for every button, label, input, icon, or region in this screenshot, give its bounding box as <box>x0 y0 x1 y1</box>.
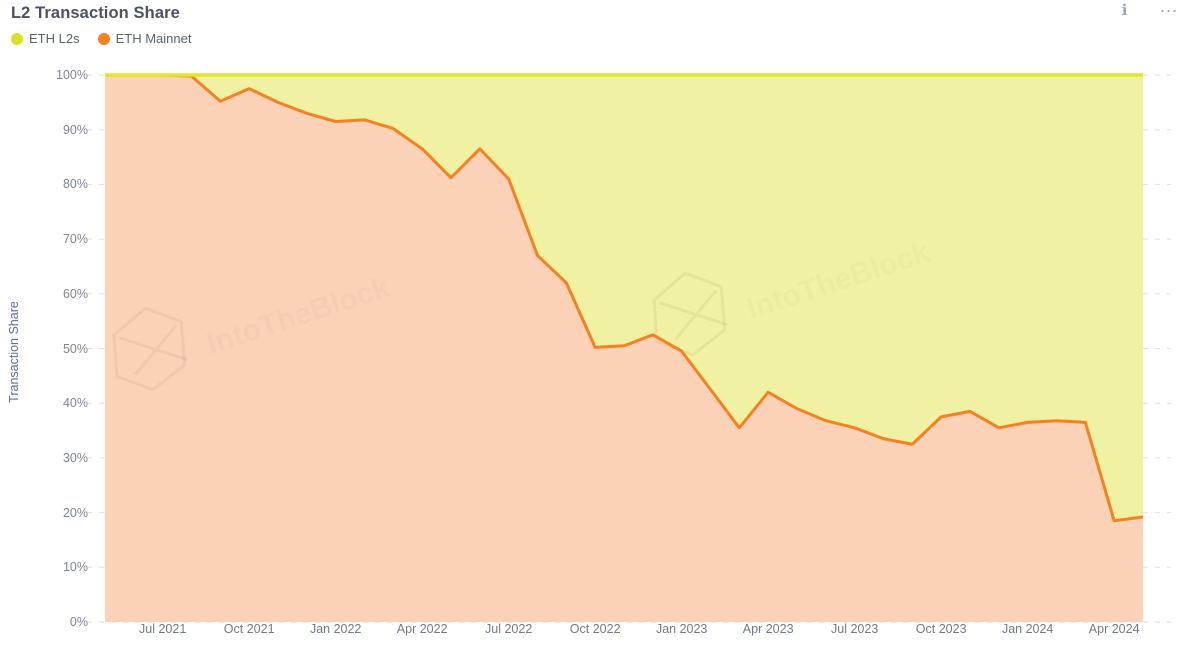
header-actions: ℹ ⋯ <box>1116 2 1183 21</box>
plot-area: Transaction Share 0% 10% 20% 30% 40% 50% 60% 70… <box>0 55 1191 655</box>
chart-canvas: IntoTheBlockIntoTheBlockIntoTheBlock <box>87 73 1171 623</box>
page-title: L2 Transaction Share <box>11 4 180 22</box>
legend-label-eth-mainnet: ETH Mainnet <box>115 31 192 46</box>
chart-legend: ETH L2s ETH Mainnet <box>11 31 191 46</box>
legend-item-eth-mainnet[interactable]: ETH Mainnet <box>97 31 192 46</box>
info-icon[interactable]: ℹ <box>1116 2 1134 21</box>
chart-widget: L2 Transaction Share ℹ ⋯ ETH L2s ETH Mai… <box>0 0 1191 655</box>
legend-label-eth-l2s: ETH L2s <box>29 31 80 46</box>
legend-item-eth-l2s[interactable]: ETH L2s <box>11 31 80 46</box>
legend-swatch-eth-mainnet <box>97 32 110 45</box>
more-options-icon[interactable]: ⋯ <box>1156 2 1184 20</box>
legend-swatch-eth-l2s <box>11 32 23 45</box>
